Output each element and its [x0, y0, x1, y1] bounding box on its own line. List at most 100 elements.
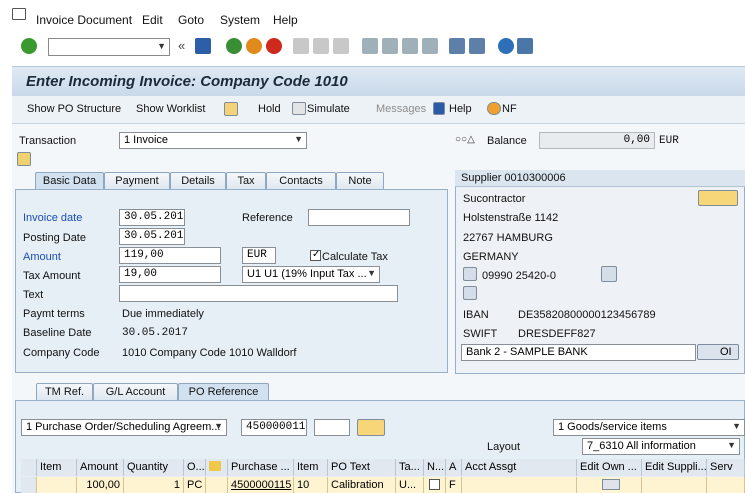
tab-gl-account[interactable]: G/L Account: [93, 383, 178, 401]
chevron-down-icon[interactable]: ▼: [367, 268, 376, 278]
column-header-item[interactable]: Item: [37, 459, 77, 476]
cell-edit-supplier[interactable]: [642, 477, 707, 493]
find-next-icon[interactable]: [333, 38, 349, 54]
cancel-icon[interactable]: [266, 38, 282, 54]
show-worklist-button[interactable]: Show Worklist: [136, 103, 205, 115]
cell-tax[interactable]: U...: [396, 477, 424, 493]
enter-icon[interactable]: [21, 38, 37, 54]
cell-edit-own[interactable]: [577, 477, 642, 493]
cell-po-item[interactable]: 10: [294, 477, 328, 493]
tax-amount-field[interactable]: 19,00: [119, 266, 221, 283]
print-icon[interactable]: [293, 38, 309, 54]
reference-type-select[interactable]: 1 Purchase Order/Scheduling Agreem... ▼: [21, 419, 227, 436]
find-icon[interactable]: [313, 38, 329, 54]
edit-own-icon[interactable]: [602, 479, 620, 490]
cell-quantity[interactable]: 1: [124, 477, 184, 493]
document-icon[interactable]: [17, 152, 31, 166]
phone-icon[interactable]: [463, 267, 477, 281]
column-header-edit-own[interactable]: Edit Own ...: [577, 459, 642, 476]
goods-service-select[interactable]: 1 Goods/service items ▼: [553, 419, 745, 436]
previous-page-icon[interactable]: [382, 38, 398, 54]
column-header-order-unit[interactable]: O...: [184, 459, 206, 476]
tab-payment[interactable]: Payment: [104, 172, 170, 190]
menu-edit[interactable]: Edit: [142, 13, 163, 27]
last-page-icon[interactable]: [422, 38, 438, 54]
cell-order-unit[interactable]: PC: [184, 477, 206, 493]
layout-select[interactable]: 7_6310 All information ▼: [582, 438, 740, 455]
column-header-tax[interactable]: Ta...: [396, 459, 424, 476]
cell-po-text[interactable]: Calibration: [328, 477, 396, 493]
chevron-down-icon[interactable]: ▼: [157, 41, 166, 51]
po-number-field[interactable]: 4500000115: [241, 419, 307, 436]
column-header-purchase[interactable]: Purchase ...: [228, 459, 294, 476]
show-po-structure-button[interactable]: Show PO Structure: [27, 103, 121, 115]
amount-field[interactable]: 119,00: [119, 247, 221, 264]
tab-tm-ref[interactable]: TM Ref.: [36, 383, 93, 401]
row-selector-header[interactable]: [21, 459, 37, 476]
transfer-icon[interactable]: [357, 419, 385, 436]
sap-menu-icon[interactable]: [12, 8, 26, 20]
bank-select[interactable]: Bank 2 - SAMPLE BANK: [461, 344, 696, 361]
transaction-select[interactable]: 1 Invoice ▼: [119, 132, 307, 149]
supplier-edit-icon[interactable]: [698, 190, 738, 206]
column-header-service[interactable]: Serv: [707, 459, 745, 476]
chevron-down-icon[interactable]: ▼: [727, 440, 736, 450]
delete-icon[interactable]: [463, 286, 477, 300]
reference-field[interactable]: [308, 209, 410, 226]
menu-goto[interactable]: Goto: [178, 13, 204, 27]
save-icon[interactable]: [195, 38, 211, 54]
command-field[interactable]: ▼: [48, 38, 170, 56]
shortcut-icon[interactable]: [469, 38, 485, 54]
collapse-icon[interactable]: «: [178, 38, 185, 53]
posting-date-field[interactable]: 30.05.2017: [119, 228, 185, 245]
row-selector[interactable]: [21, 477, 37, 493]
new-session-icon[interactable]: [449, 38, 465, 54]
tax-code-select[interactable]: U1 U1 (19% Input Tax ... ▼: [242, 266, 380, 283]
invoice-date-field[interactable]: 30.05.2017: [119, 209, 185, 226]
help-icon[interactable]: [498, 38, 514, 54]
cell-service[interactable]: [707, 477, 745, 493]
menu-invoice-document[interactable]: Invoice Document: [36, 13, 132, 27]
column-header-icon[interactable]: [206, 459, 228, 476]
cell-n[interactable]: [424, 477, 446, 493]
chevron-down-icon[interactable]: ▼: [214, 421, 223, 431]
nf-button[interactable]: NF: [502, 103, 517, 115]
cell-purchase-order[interactable]: 4500000115: [228, 477, 294, 493]
tab-note[interactable]: Note: [336, 172, 384, 190]
layout-menu-icon[interactable]: [517, 38, 533, 54]
po-item-field[interactable]: [314, 419, 350, 436]
tab-details[interactable]: Details: [170, 172, 226, 190]
column-header-quantity[interactable]: Quantity: [124, 459, 184, 476]
column-header-amount[interactable]: Amount: [77, 459, 124, 476]
back-icon[interactable]: [226, 38, 242, 54]
column-header-a[interactable]: A: [446, 459, 462, 476]
cell-a[interactable]: F: [446, 477, 462, 493]
column-header-acct-assgt[interactable]: Acct Assgt: [462, 459, 577, 476]
text-field[interactable]: [119, 285, 398, 302]
menu-help[interactable]: Help: [273, 13, 298, 27]
hold-button[interactable]: Hold: [258, 103, 281, 115]
tab-tax[interactable]: Tax: [226, 172, 266, 190]
supplier-display-icon[interactable]: [601, 266, 617, 282]
cell-item[interactable]: [37, 477, 77, 493]
messages-button[interactable]: Messages: [376, 103, 426, 115]
help-button[interactable]: Help: [449, 103, 472, 115]
chevron-down-icon[interactable]: ▼: [294, 134, 303, 144]
column-header-po-item[interactable]: Item: [294, 459, 328, 476]
cell-acct-assgt[interactable]: [462, 477, 577, 493]
calculate-tax-checkbox[interactable]: ✓: [310, 249, 321, 261]
cell-amount[interactable]: 100,00: [77, 477, 124, 493]
simulate-button[interactable]: Simulate: [307, 103, 350, 115]
first-page-icon[interactable]: [362, 38, 378, 54]
next-page-icon[interactable]: [402, 38, 418, 54]
currency-field[interactable]: EUR: [242, 247, 276, 264]
nf-icon[interactable]: [487, 102, 501, 115]
tab-po-reference[interactable]: PO Reference: [178, 383, 269, 401]
n-checkbox[interactable]: [429, 479, 440, 490]
column-header-po-text[interactable]: PO Text: [328, 459, 396, 476]
menu-system[interactable]: System: [220, 13, 260, 27]
chevron-down-icon[interactable]: ▼: [732, 421, 741, 431]
column-header-n[interactable]: N...: [424, 459, 446, 476]
tab-basic-data[interactable]: Basic Data: [35, 172, 104, 190]
simulate-icon[interactable]: [292, 102, 306, 115]
